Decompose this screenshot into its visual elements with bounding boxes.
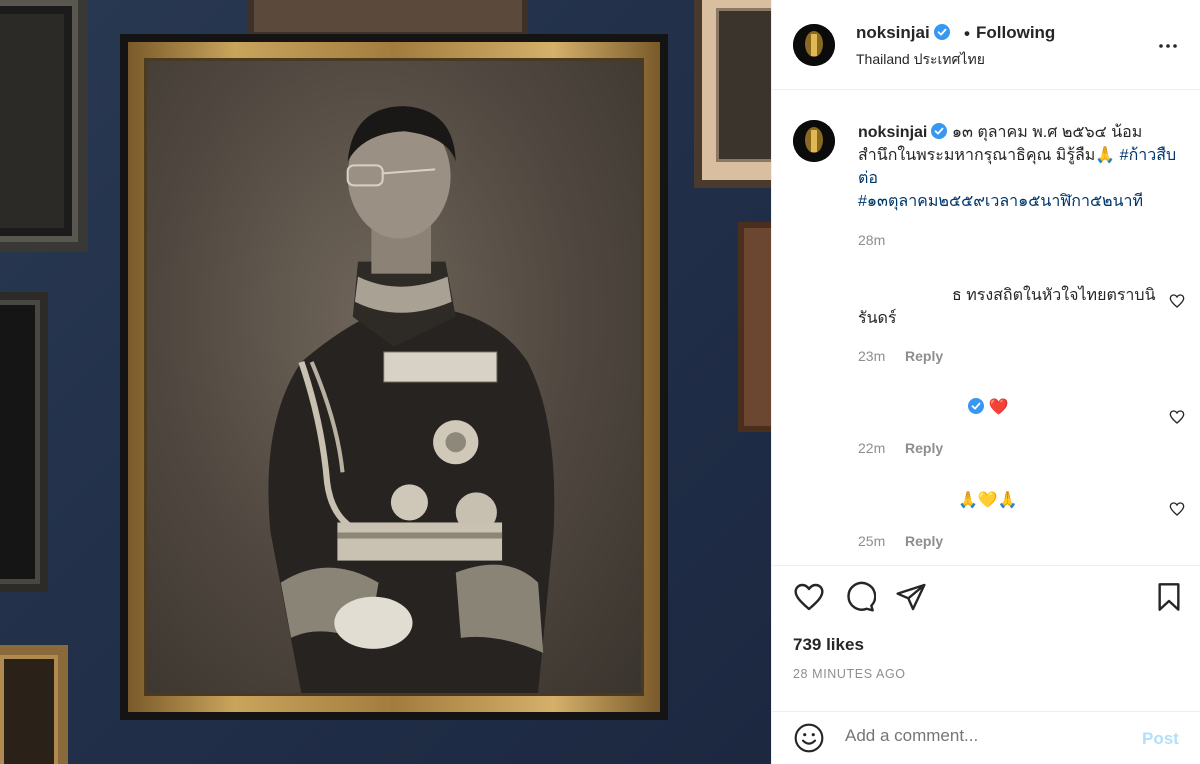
caption-time: 28m <box>858 232 886 248</box>
verified-badge-icon <box>933 24 950 40</box>
avatar[interactable] <box>793 24 835 66</box>
more-options-icon[interactable] <box>1156 34 1180 58</box>
post-sidebar: noksinjai • Following Thailand ประเทศไทย… <box>771 0 1200 764</box>
comment-text: 🙏💛🙏 <box>958 492 1018 509</box>
likes-count[interactable]: 739 likes <box>793 635 864 655</box>
comment-like-icon[interactable] <box>1169 501 1185 517</box>
post-timestamp[interactable]: 28 MINUTES AGO <box>793 667 906 681</box>
comment-icon[interactable] <box>844 581 876 613</box>
caption-username[interactable]: noksinjai <box>858 124 927 141</box>
instagram-post: noksinjai • Following Thailand ประเทศไทย… <box>0 0 1200 764</box>
caption: noksinjai ๑๓ ตุลาคม พ.ศ ๒๕๖๔ น้อมสำนึกใน… <box>858 121 1180 213</box>
comment-like-icon[interactable] <box>1169 409 1185 425</box>
comment-composer: Post <box>772 711 1200 764</box>
comment-input[interactable] <box>845 726 1135 746</box>
portrait-image <box>147 61 641 693</box>
comments-section: noksinjai ๑๓ ตุลาคม พ.ศ ๒๕๖๔ น้อมสำนึกใน… <box>772 91 1200 565</box>
wall-frame <box>0 0 88 252</box>
avatar[interactable] <box>793 120 835 162</box>
verified-badge-icon <box>931 123 948 139</box>
separator-dot: • <box>964 24 970 43</box>
wall-frame <box>248 0 528 38</box>
emoji-icon[interactable] <box>793 722 825 754</box>
post-button[interactable]: Post <box>1142 729 1179 749</box>
hashtag-link[interactable]: #๑๓ตุลาคม๒๕๕๙เวลา๑๕นาฬิกา๕๒นาที <box>858 193 1143 210</box>
comment-text: ธ ทรงสถิตในหัวใจไทยตราบนิรันดร์ <box>858 287 1156 327</box>
post-photo[interactable] <box>0 0 771 764</box>
wall-frame <box>694 0 771 188</box>
comment-time: 23m <box>858 348 886 364</box>
following-button[interactable]: Following <box>976 23 1055 43</box>
heart-icon[interactable] <box>793 581 825 613</box>
location-link[interactable]: Thailand ประเทศไทย <box>856 49 985 71</box>
reply-button[interactable]: Reply <box>905 533 943 549</box>
reply-button[interactable]: Reply <box>905 348 943 364</box>
verified-badge-icon <box>968 398 984 414</box>
share-icon[interactable] <box>895 581 927 613</box>
wall-frame <box>0 292 48 592</box>
reply-button[interactable]: Reply <box>905 440 943 456</box>
portrait-frame <box>120 34 668 720</box>
comment-time: 22m <box>858 440 886 456</box>
comment-like-icon[interactable] <box>1169 293 1185 309</box>
username[interactable]: noksinjai <box>856 23 950 43</box>
action-bar: 739 likes 28 MINUTES AGO <box>772 565 1200 711</box>
wall-frame <box>0 645 68 764</box>
comment-time: 25m <box>858 533 886 549</box>
wall-frame <box>738 222 771 432</box>
post-header: noksinjai • Following Thailand ประเทศไทย <box>772 0 1200 90</box>
bookmark-icon[interactable] <box>1153 581 1185 613</box>
comment-text: ❤️ <box>964 396 1008 419</box>
